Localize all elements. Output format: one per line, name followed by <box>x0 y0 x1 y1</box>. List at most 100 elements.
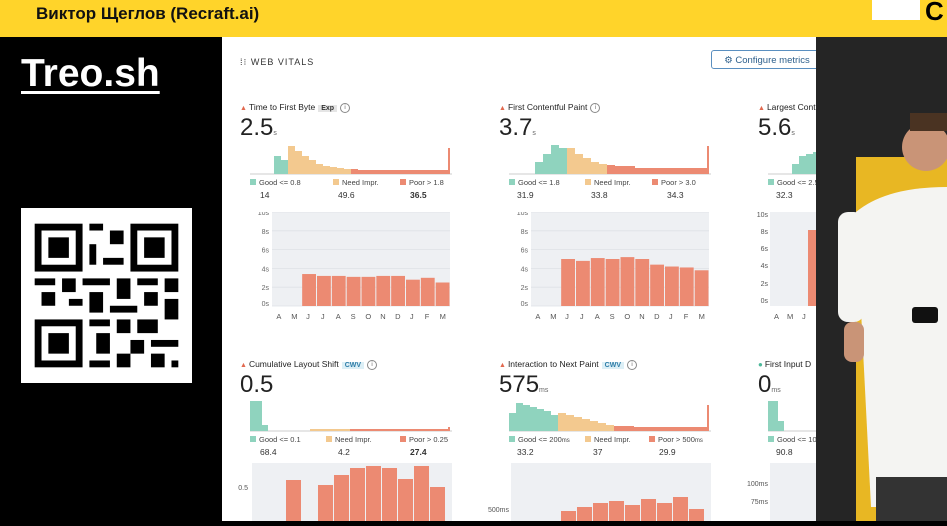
metric-card-fid[interactable]: ● First Input D 0ms Good <= 10 90.8 100ms… <box>747 359 816 521</box>
legend-good: Good <= 0.1 <box>250 435 301 444</box>
chart-bar <box>620 257 635 306</box>
x-tick: A <box>774 312 780 321</box>
x-tick-label: A <box>594 312 600 321</box>
y-tick: 6s <box>760 246 768 253</box>
x-tick-label: A <box>335 312 341 321</box>
chart-bar <box>361 276 376 306</box>
timeseries-chart <box>770 463 816 521</box>
x-tick-label: M <box>439 312 446 321</box>
chart-bar <box>605 259 620 306</box>
metric-value: 2.5s <box>240 114 277 141</box>
configure-metrics-button[interactable]: ⚙ Configure metrics <box>711 50 816 69</box>
distribution-histogram <box>509 403 711 432</box>
poor-percent: 27.4 <box>410 447 427 457</box>
y-tick-label: 6s <box>521 248 529 255</box>
metric-card-ttfb[interactable]: ▲ Time to First Byte Exp i 2.5s Good <= 0.8… <box>240 102 455 332</box>
chart-bar <box>679 267 694 306</box>
metric-value: 3.7s <box>499 114 536 141</box>
metric-tag: CWV <box>341 362 365 369</box>
legend-poor: Poor > 0.25 <box>400 435 448 444</box>
chart-bar <box>406 279 420 306</box>
y-tick-label: 10s <box>258 212 270 217</box>
legend-need: Need Impr. <box>326 435 372 444</box>
timeseries-chart <box>770 212 816 306</box>
metric-title: ▲ First Contentful Paint i <box>499 102 601 113</box>
metric-card-fcp[interactable]: ▲ First Contentful Paint i 3.7s Good <= 1.… <box>499 102 714 332</box>
speaker-video-area <box>816 37 947 521</box>
y-tick: 100ms <box>746 481 768 488</box>
metric-title: ▲ Cumulative Layout Shift CWV i <box>240 359 378 370</box>
info-icon[interactable]: i <box>367 359 378 370</box>
speaker-name: Виктор Щеглов (Recraft.ai) <box>36 4 260 23</box>
chart-bar <box>694 270 709 306</box>
x-tick-label: J <box>409 312 414 321</box>
y-tick-label: 8s <box>262 229 270 236</box>
metric-title: ● First Input D <box>758 359 812 369</box>
x-tick: M <box>787 312 794 321</box>
warning-triangle-icon: ▲ <box>758 105 765 112</box>
metric-card-cls[interactable]: ▲ Cumulative Layout Shift CWV i 0.5 Good <=… <box>238 359 455 521</box>
y-tick: 4s <box>760 263 768 270</box>
x-tick-label: J <box>306 312 310 321</box>
chart-bar <box>391 275 405 306</box>
timeseries-chart <box>252 463 452 521</box>
legend-poor: Poor > 500ms <box>649 435 703 444</box>
chart-bar <box>576 260 590 306</box>
x-tick-label: D <box>654 312 660 321</box>
chart-bar <box>376 275 391 306</box>
y-tick: 75ms <box>750 499 768 506</box>
metric-card-lcp[interactable]: ▲ Largest Cont 5.6s Good <= 2.5 32.3 10s … <box>757 102 816 332</box>
qr-code-icon <box>21 210 192 381</box>
poor-percent: 34.3 <box>667 190 684 200</box>
event-logo-text: C <box>925 0 944 26</box>
x-tick-label: S <box>609 312 615 321</box>
chart-bar <box>317 275 331 306</box>
chart-bar <box>650 264 664 306</box>
y-tick-label: 4s <box>521 266 529 273</box>
metric-tag: Exp <box>318 105 338 112</box>
metric-value: 0.5 <box>240 371 274 398</box>
metric-value: 5.6s <box>758 114 795 141</box>
y-tick-label: 6s <box>262 248 270 255</box>
x-tick-label: O <box>365 312 372 321</box>
legend-good: Good <= 1.8 <box>509 178 560 187</box>
x-tick-label: J <box>579 312 584 321</box>
y-tick-label: 10s <box>517 212 529 217</box>
chart-bar <box>331 275 346 306</box>
qr-code <box>21 208 192 383</box>
info-icon[interactable]: i <box>627 359 637 370</box>
distribution-histogram <box>509 145 711 175</box>
x-tick-label: F <box>683 312 689 321</box>
info-icon[interactable]: i <box>340 102 351 113</box>
x-tick-label: J <box>565 312 569 321</box>
x-tick: J <box>802 312 806 321</box>
chart-bar <box>420 277 435 306</box>
event-logo <box>872 0 920 20</box>
need-percent: 33.8 <box>591 190 608 200</box>
y-tick-label: 0s <box>262 301 270 308</box>
metric-card-inp[interactable]: ▲ Interaction to Next Paint CWV i 575ms Goo… <box>488 359 714 521</box>
legend-good: Good <= 200ms <box>509 435 570 444</box>
legend-need: Need Impr. <box>333 178 379 187</box>
chart-bar <box>590 258 605 306</box>
need-percent: 4.2 <box>338 447 350 457</box>
x-tick-label: A <box>535 312 541 321</box>
distribution-histogram <box>768 152 816 175</box>
y-tick: 8s <box>760 229 768 236</box>
x-tick-label: D <box>395 312 401 321</box>
slide-title-link: Treo.sh <box>21 52 160 95</box>
x-tick-label: M <box>291 312 298 321</box>
warning-triangle-icon: ▲ <box>499 105 506 112</box>
timeseries-chart <box>511 463 711 521</box>
legend-good: Good <= 10 <box>768 435 816 444</box>
x-tick-label: M <box>698 312 705 321</box>
y-tick: 10s <box>756 212 768 219</box>
legend-poor: Poor > 1.8 <box>400 178 444 187</box>
status-dot-icon: ● <box>758 360 763 369</box>
timeseries-chart: 10s 8s 6s 4s 2s 0s <box>258 212 450 308</box>
web-vitals-dashboard: ⁞⁝ WEB VITALS ⚙ Configure metrics ▲ Time … <box>222 37 816 521</box>
info-icon[interactable]: i <box>590 102 601 113</box>
warning-triangle-icon: ▲ <box>499 362 506 369</box>
metric-title: ▲ Interaction to Next Paint CWV i <box>499 359 637 370</box>
legend-good: Good <= 0.8 <box>250 178 301 187</box>
